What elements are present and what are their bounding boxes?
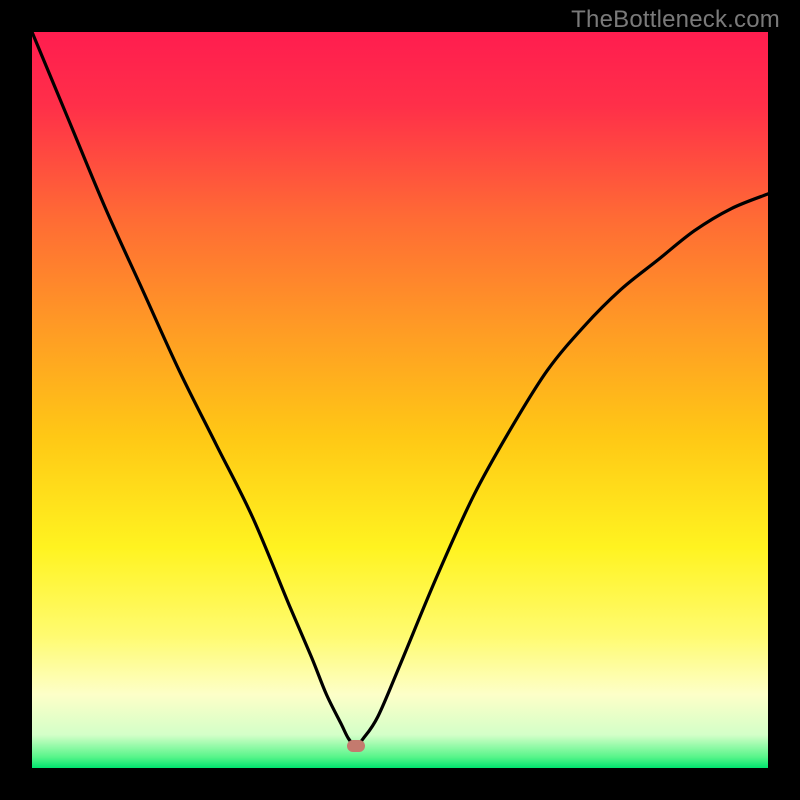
minimum-marker-dot xyxy=(347,740,365,752)
watermark-text: TheBottleneck.com xyxy=(571,6,780,34)
plot-area xyxy=(32,32,768,768)
bottleneck-curve xyxy=(32,32,768,768)
chart-frame: TheBottleneck.com xyxy=(0,0,800,800)
